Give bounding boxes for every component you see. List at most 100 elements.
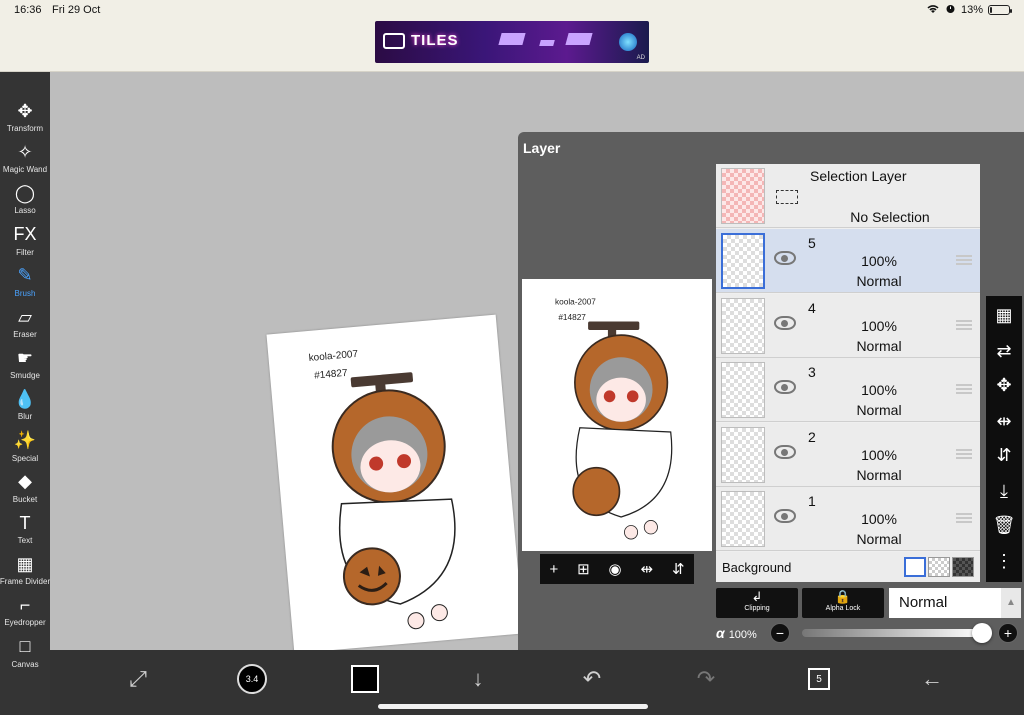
tool-text[interactable]: T Text [0,510,50,551]
tool-label: Filter [16,247,34,257]
status-date: Fri 29 Oct [52,4,101,16]
alpha-lock-button[interactable]: 🔒 Alpha Lock [802,588,884,618]
drag-handle-icon[interactable] [956,513,972,523]
add-layer-icon[interactable]: + [549,561,558,578]
duplicate-layer-icon[interactable]: ⊞ [577,560,590,578]
eye-icon[interactable] [774,444,796,459]
tool-label: Transform [6,124,44,133]
swap-layer-icon[interactable]: ⇄ [986,334,1022,368]
drag-handle-icon[interactable] [956,319,972,330]
tool-label: Canvas [11,659,39,669]
tool-label: Special [11,453,39,463]
quick-transform-icon[interactable]: ⤢ [118,662,158,696]
home-indicator[interactable] [378,704,648,709]
layer-name: 5 [808,235,816,251]
selection-layer-row[interactable]: Selection Layer No Selection [716,164,980,228]
tool-special[interactable]: ✨ Special [0,428,50,469]
layer-row[interactable]: 3 100% Normal [716,358,980,422]
redo-icon[interactable]: ↷ [686,662,726,696]
preview-toolbar: + ⊞ ◉ ⇹ ⇵ [540,554,694,584]
drag-handle-icon[interactable] [956,448,972,459]
layer-count: 5 [808,668,830,690]
artwork-canvas[interactable]: koola-2007 #14827 [266,314,524,654]
color-button[interactable] [345,662,385,696]
ad-title: TILES [411,32,459,49]
flip-vertical-icon[interactable]: ⇵ [986,438,1022,472]
brush-size-button[interactable]: 3.4 [232,662,272,696]
layer-thumbnail [721,491,765,547]
tool-label: Eraser [13,330,37,339]
status-time: 16:36 [14,4,42,16]
layers-button[interactable]: 5 [799,662,839,696]
signature-line2: #14827 [314,368,349,382]
back-arrow-icon[interactable]: ← [912,662,952,696]
layer-thumbnail [721,233,765,289]
background-transparent-swatch[interactable] [928,557,950,577]
artwork-illustration: koola-2007 #14827 [308,349,456,630]
layer-panel: Layer koola-2007 #14827 + ⊞ ◉ ⇹ ⇵ Select… [518,132,1024,650]
blend-mode-arrow-icon[interactable]: ▲ [1001,588,1021,618]
background-layer-row[interactable]: Background [716,552,980,582]
layer-blend-mode: Normal [856,273,902,289]
flip-horizontal-icon[interactable]: ⇹ [641,560,654,578]
layer-row[interactable]: 2 100% Normal [716,422,980,487]
tool-transform[interactable]: ✥ Transform [0,98,50,139]
opacity-increase-button[interactable]: + [998,623,1018,643]
flip-horizontal-icon[interactable]: ⇹ [986,404,1022,438]
eye-icon[interactable] [774,315,796,330]
drag-handle-icon[interactable] [956,255,972,265]
canvas-preview[interactable]: koola-2007 #14827 [522,279,712,551]
eye-icon[interactable] [774,509,796,523]
layer-name: 3 [808,364,816,380]
blend-mode-select[interactable]: Normal [889,588,1001,618]
layer-row[interactable]: 1 100% Normal [716,487,980,551]
selection-layer-status: No Selection [850,209,930,225]
tool-magic-wand[interactable]: ✧ Magic Wand [0,139,50,180]
opacity-slider[interactable] [802,623,992,643]
arrow-down-icon[interactable]: ↓ [458,662,498,696]
smudge-icon: ☛ [16,347,34,368]
background-white-swatch[interactable] [904,557,926,577]
layer-blend-mode: Normal [856,337,902,354]
tool-brush[interactable]: ✎ Brush [0,263,50,304]
tool-bucket[interactable]: ◆ Bucket [0,469,50,510]
layer-row[interactable]: 5 100% Normal [716,229,980,293]
layer-thumbnail [721,297,765,354]
flip-vertical-icon[interactable]: ⇵ [672,560,685,578]
layer-row[interactable]: 4 100% Normal [716,293,980,358]
opacity-decrease-button[interactable]: − [770,623,790,643]
tool-blur[interactable]: 💧 Blur [0,386,50,427]
merge-down-icon[interactable]: ⤓ [986,474,1022,508]
layer-thumbnail [721,426,765,483]
background-dark-swatch[interactable] [952,557,974,577]
layer-opacity: 100% [861,317,897,334]
battery-fill [990,7,992,13]
lock-icon: 🔒 [834,589,852,604]
checkerboard-icon[interactable]: ▦ [986,298,1022,332]
tool-canvas[interactable]: □ Canvas [0,634,50,675]
clipping-icon: ↲ [751,589,763,604]
tool-smudge[interactable]: ☛ Smudge [0,345,50,386]
undo-icon[interactable]: ↶ [572,662,612,696]
battery-percent: 13% [960,4,983,16]
tool-filter[interactable]: FX Filter [0,222,50,263]
tool-eraser[interactable]: ▱ Eraser [0,304,50,345]
move-icon[interactable]: ✥ [986,368,1022,402]
ad-tile-graphic [498,33,526,45]
special-icon: ✨ [13,430,37,451]
background-label: Background [722,560,792,575]
trash-icon[interactable]: 🗑 [986,508,1022,542]
tool-lasso[interactable]: ◯ Lasso [0,180,50,221]
clipping-button[interactable]: ↲ Clipping [716,588,798,618]
tool-frame-divider[interactable]: ▦ Frame Divider [0,551,50,592]
drag-handle-icon[interactable] [956,384,972,394]
more-options-icon[interactable]: ⋮ [986,544,1022,578]
eye-icon[interactable] [774,251,796,265]
ad-banner[interactable]: TILES AD [375,21,649,63]
eye-icon[interactable] [774,380,796,394]
opacity-slider-thumb[interactable] [972,623,992,643]
primary-color-swatch [351,665,379,693]
selection-layer-title: Selection Layer [810,168,907,184]
tool-eyedropper[interactable]: ⌐ Eyedropper [0,592,50,633]
camera-icon[interactable]: ◉ [609,560,622,578]
